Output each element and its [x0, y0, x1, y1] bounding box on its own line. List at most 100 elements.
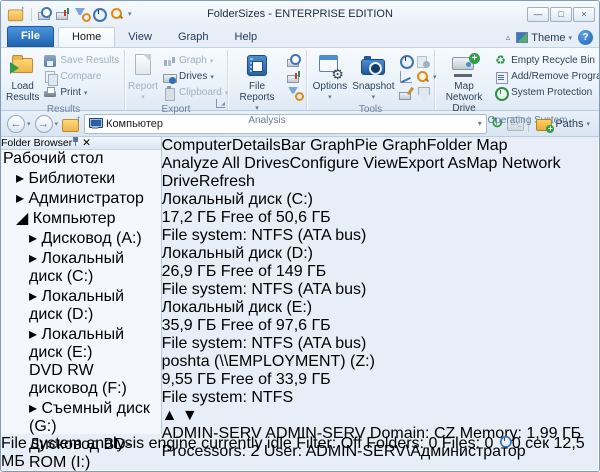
theme-label: Theme	[531, 31, 566, 44]
theme-picker[interactable]: Theme ▾	[516, 32, 572, 44]
tree-expander-icon[interactable]: ▸	[29, 400, 37, 417]
action-analyze-all-drives[interactable]: Analyze All Drives	[162, 155, 290, 172]
tree-item-съемный-диск-g[interactable]: ▸ Съемный диск (G:)	[1, 398, 161, 436]
load-results-icon	[9, 53, 37, 79]
map-network-drive-button[interactable]: + Map Network Drive	[438, 52, 490, 114]
qat-open-folder-icon[interactable]	[7, 5, 25, 22]
content-scroll-up-icon[interactable]: ▲	[162, 407, 178, 424]
back-caret-icon[interactable]: ▾	[27, 120, 31, 128]
options-button[interactable]: ⚙ Options ▾	[310, 52, 350, 103]
tree-expander-icon[interactable]: ▸	[29, 250, 37, 267]
export-dialog-launcher-icon[interactable]	[216, 99, 225, 108]
action-refresh[interactable]: Refresh	[199, 173, 255, 190]
disk-history-button[interactable]	[285, 53, 303, 68]
tree-expander-icon[interactable]: ▸	[16, 190, 24, 207]
content-scroll-down-icon[interactable]: ▼	[182, 407, 198, 424]
qat-search-document-icon[interactable]	[110, 7, 124, 21]
disk-trend-button[interactable]	[285, 69, 303, 84]
report-button[interactable]: Report ▾	[128, 52, 158, 103]
filter-search-button[interactable]	[285, 85, 304, 101]
help-button[interactable]: ?	[578, 30, 593, 45]
disk-edit-icon	[399, 86, 413, 100]
view-tab-folder-map[interactable]: Folder Map	[427, 137, 508, 154]
tree-item-компьютер[interactable]: ◢ Компьютер	[1, 208, 161, 228]
tree-item-администратор[interactable]: ▸ Администратор	[1, 188, 161, 208]
view-tab-computer[interactable]: Computer	[162, 137, 232, 154]
theme-swatch-icon	[516, 32, 529, 43]
tree-item-дисковод-a[interactable]: ▸ Дисковод (A:)	[1, 228, 161, 248]
tab-file[interactable]: File	[7, 26, 54, 47]
tree-expander-icon[interactable]: ▸	[29, 326, 37, 343]
drive-panel-локальный-диск-e[interactable]: Локальный диск (E:) 35,9 ГБ Free of 97,6…	[162, 299, 599, 353]
up-folder-icon[interactable]	[62, 114, 81, 132]
tree-item-локальный-диск-e[interactable]: ▸ Локальный диск (E:)	[1, 324, 161, 362]
tree-expander-icon[interactable]: ▸	[16, 170, 24, 187]
ribbon-group-tools: ⚙ Options ▾ Snapshot ▾ ▾ Tools	[307, 50, 437, 115]
map-network-drive-icon: +	[450, 53, 481, 79]
close-pane-icon[interactable]: ✕	[82, 137, 91, 149]
close-button[interactable]: ×	[573, 6, 595, 22]
tab-help[interactable]: Help	[222, 28, 271, 47]
snapshot-button[interactable]: Snapshot ▾	[352, 52, 395, 103]
tree-item-label: Съемный диск (G:)	[29, 400, 150, 435]
tab-home[interactable]: Home	[57, 27, 116, 47]
ribbon-group-os: + Map Network Drive Empty Recycle Bin Ad…	[435, 50, 599, 127]
qat-customize-caret-icon[interactable]: ▾	[128, 10, 132, 18]
drive-name: Локальный диск (E:)	[161, 299, 313, 316]
qat-disk-report-icon[interactable]	[38, 7, 52, 21]
drive-panel-локальный-диск-d[interactable]: Локальный диск (D:) 26,9 ГБ Free of 149 …	[162, 245, 599, 299]
disk-chart-icon	[287, 70, 301, 84]
empty-recycle-bin-button[interactable]: Empty Recycle Bin	[492, 53, 599, 68]
tab-graph[interactable]: Graph	[165, 28, 222, 47]
content-scrollbar[interactable]: ▲ ▼	[162, 407, 599, 425]
file-reports-button[interactable]: File Reports ▾	[231, 52, 283, 114]
group-label-export: Export	[161, 104, 191, 115]
tab-view[interactable]: View	[115, 28, 165, 47]
tree-item-библиотеки[interactable]: ▸ Библиотеки	[1, 168, 161, 188]
qat-filter-icon[interactable]	[74, 7, 91, 22]
scheduler-button[interactable]	[397, 53, 414, 69]
tree-expander-icon[interactable]: ◢	[16, 210, 28, 227]
add-remove-programs-button[interactable]: Add/Remove Programs	[492, 69, 599, 84]
system-protection-button[interactable]: System Protection	[492, 85, 599, 101]
minimize-button[interactable]: —	[527, 6, 549, 22]
compare-button[interactable]: Compare	[41, 69, 121, 86]
clipboard-button[interactable]: Clipboard ▾	[160, 85, 230, 101]
tree-expander-icon[interactable]: ▸	[29, 230, 37, 247]
qat-scheduler-clock-icon[interactable]	[92, 7, 107, 22]
tree-item-рабочий-стол[interactable]: Рабочий стол	[1, 150, 161, 168]
filter-status[interactable]: Filter: Off	[296, 435, 362, 452]
back-button[interactable]: ←	[7, 114, 25, 133]
action-configure-view[interactable]: Configure View	[290, 155, 398, 172]
view-tab-bar-graph[interactable]: Bar Graph	[281, 137, 355, 154]
action-export-as[interactable]: Export As	[398, 155, 466, 172]
search-button[interactable]: ▾	[414, 69, 437, 84]
protect-button[interactable]	[414, 85, 431, 100]
group-label-results: Results	[46, 104, 81, 115]
disk-info-button[interactable]	[414, 53, 431, 68]
pin-icon[interactable]	[72, 137, 79, 146]
drive-panel-poshta-employment-z[interactable]: poshta (\\EMPLOYMENT) (Z:) 9,55 ГБ Free …	[162, 353, 599, 407]
trend-analysis-button[interactable]	[397, 69, 414, 84]
print-button[interactable]: Print ▾	[41, 85, 121, 100]
forward-caret-icon[interactable]: ▾	[55, 120, 59, 128]
tree-item-локальный-диск-d[interactable]: ▸ Локальный диск (D:)	[1, 286, 161, 324]
forward-button[interactable]: →	[34, 114, 53, 133]
view-tab-details[interactable]: Details	[232, 137, 281, 154]
export-drives-button[interactable]: Drives ▾	[160, 69, 230, 84]
load-results-button[interactable]: Load Results	[6, 52, 39, 103]
rename-disk-button[interactable]	[397, 85, 414, 100]
collapse-ribbon-icon[interactable]: ▵	[506, 32, 511, 43]
tree-item-dvd-rw-дисковод-f[interactable]: DVD RW дисковод (F:)	[1, 362, 161, 398]
tree-expander-icon[interactable]: ▸	[29, 288, 37, 305]
view-tab-pie-graph[interactable]: Pie Graph	[355, 137, 427, 154]
qat-disk-search-icon[interactable]	[56, 7, 70, 21]
group-label-analysis: Analysis	[248, 115, 286, 126]
save-results-button[interactable]: Save Results	[41, 53, 121, 68]
elapsed-time: 0 сек	[498, 435, 549, 452]
drive-free-text: 9,55 ГБ Free of 33,9 ГБ	[161, 371, 331, 388]
tree-item-локальный-диск-c[interactable]: ▸ Локальный диск (C:)	[1, 248, 161, 286]
maximize-button[interactable]: □	[550, 6, 572, 22]
export-graph-button[interactable]: Graph ▾	[160, 53, 230, 68]
drive-panel-локальный-диск-c[interactable]: Локальный диск (C:) 17,2 ГБ Free of 50,6…	[162, 191, 599, 245]
